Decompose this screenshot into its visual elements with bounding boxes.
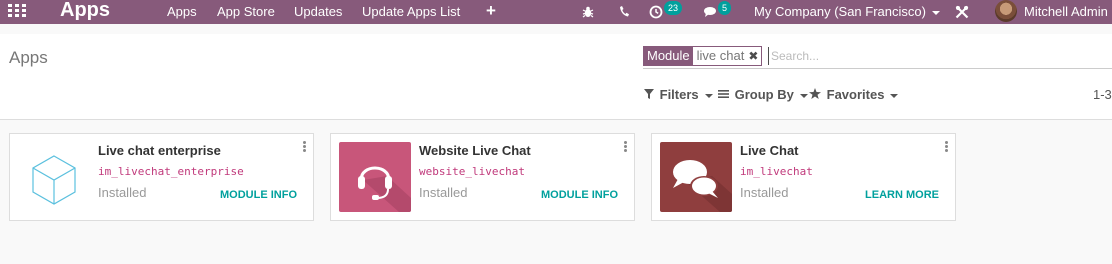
menu-item-update-apps-list[interactable]: Update Apps List (362, 0, 460, 24)
favorites-label: Favorites (826, 87, 885, 102)
app-technical-name: im_livechat_enterprise (98, 165, 244, 178)
app-state: Installed (98, 185, 147, 200)
pager-value[interactable]: 1-3 (1093, 87, 1112, 102)
favorites-dropdown[interactable]: Favorites (809, 87, 899, 102)
chevron-down-icon (890, 93, 899, 98)
filters-label: Filters (659, 87, 699, 102)
app-state: Installed (740, 185, 789, 200)
apps-menu-icon[interactable] (8, 4, 26, 18)
plus-icon[interactable]: + (486, 0, 496, 22)
app-name: Live Chat (740, 143, 799, 158)
company-name: My Company (San Francisco) (754, 4, 926, 19)
app-name: Website Live Chat (419, 143, 531, 158)
app-technical-name: im_livechat (740, 165, 813, 178)
card-menu-icon[interactable] (624, 141, 627, 152)
debug-tools-icon[interactable] (955, 0, 969, 24)
search-input[interactable] (768, 47, 1108, 65)
star-icon (809, 87, 825, 102)
activity-clock-icon[interactable] (649, 0, 663, 24)
app-name: Live chat enterprise (98, 143, 221, 158)
facet-remove-icon[interactable]: ✖ (748, 47, 761, 65)
app-card-website-live-chat[interactable]: Website Live Chat website_livechat Insta… (330, 133, 635, 221)
group-by-label: Group By (734, 87, 794, 102)
list-bars-icon (718, 87, 733, 102)
facet-value: live chat (692, 47, 749, 65)
user-avatar[interactable] (995, 0, 1017, 22)
phone-icon[interactable] (618, 0, 630, 24)
module-info-button[interactable]: MODULE INFO (541, 189, 618, 201)
filters-dropdown[interactable]: Filters (644, 87, 713, 102)
search-bar: Module live chat ✖ (643, 45, 1112, 69)
messages-icon[interactable] (703, 0, 719, 24)
filter-funnel-icon (644, 87, 658, 102)
company-switcher[interactable]: My Company (San Francisco) (754, 0, 940, 24)
facet-label: Module (644, 47, 693, 65)
app-card-live-chat-enterprise[interactable]: Live chat enterprise im_livechat_enterpr… (9, 133, 314, 221)
chevron-down-icon (704, 93, 713, 98)
menu-item-apps[interactable]: Apps (167, 0, 197, 24)
user-name[interactable]: Mitchell Admin (1024, 0, 1108, 24)
activity-count-badge: 23 (664, 1, 683, 15)
card-menu-icon[interactable] (945, 141, 948, 152)
page-title: Apps (9, 48, 48, 67)
bug-icon[interactable] (582, 0, 594, 24)
headset-icon (339, 142, 411, 212)
cube-icon (18, 142, 90, 212)
app-card-live-chat[interactable]: Live Chat im_livechat Installed LEARN MO… (651, 133, 956, 221)
search-facet: Module live chat ✖ (643, 46, 763, 66)
learn-more-button[interactable]: LEARN MORE (865, 189, 939, 201)
chat-bubbles-icon (660, 142, 732, 212)
group-by-dropdown[interactable]: Group By (718, 87, 808, 102)
control-panel: Apps Module live chat ✖ Filters Group By… (0, 34, 1112, 120)
top-navbar: Apps Apps App Store Updates Update Apps … (0, 0, 1112, 24)
messages-count-badge: 5 (718, 1, 732, 15)
chevron-down-icon (799, 93, 808, 98)
app-technical-name: website_livechat (419, 165, 525, 178)
chevron-down-icon (931, 10, 940, 15)
card-menu-icon[interactable] (303, 141, 306, 152)
app-state: Installed (419, 185, 468, 200)
module-info-button[interactable]: MODULE INFO (220, 189, 297, 201)
app-brand[interactable]: Apps (60, 0, 110, 22)
menu-item-app-store[interactable]: App Store (217, 0, 275, 24)
menu-item-updates[interactable]: Updates (294, 0, 342, 24)
